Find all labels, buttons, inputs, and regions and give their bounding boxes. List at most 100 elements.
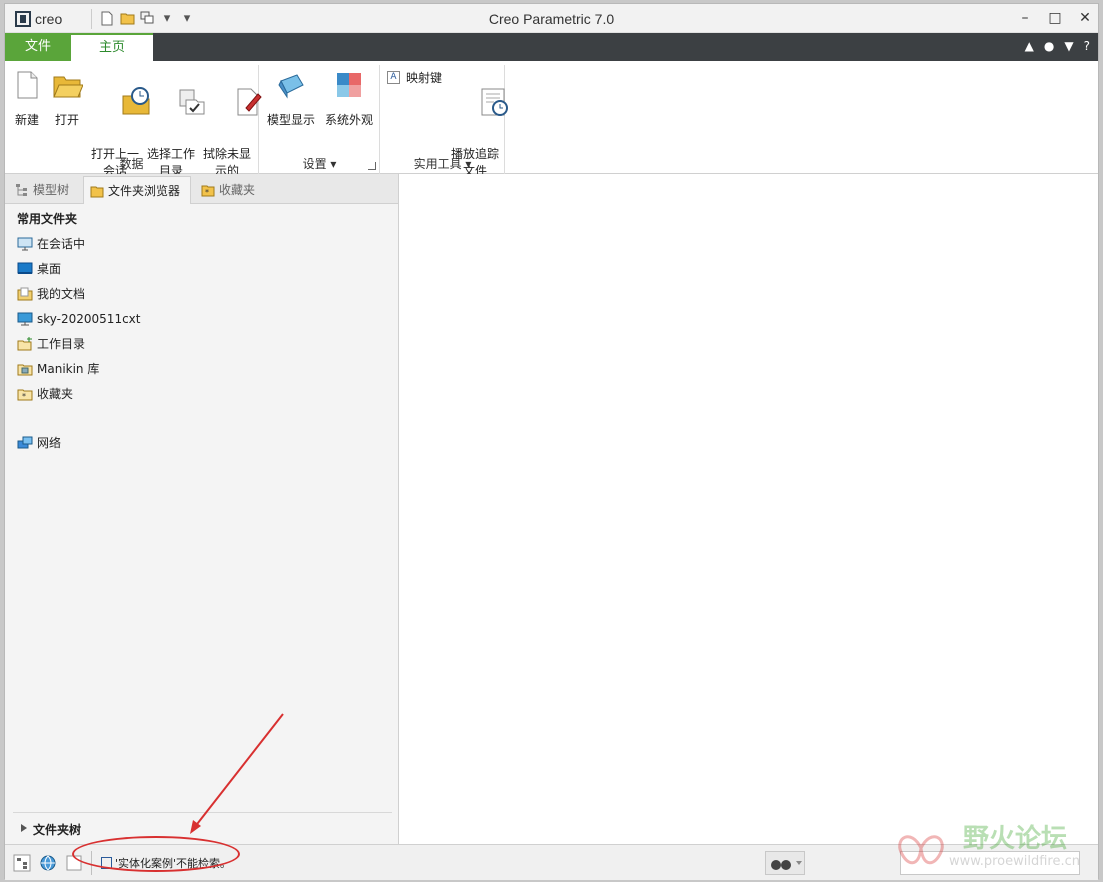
binoculars-icon <box>771 860 802 870</box>
system-appearance-icon <box>337 73 361 97</box>
new-icon[interactable] <box>100 11 114 27</box>
folder-item-in-session[interactable]: 在会话中 <box>17 234 85 254</box>
folder-item-favorites[interactable]: * 收藏夹 <box>17 384 73 404</box>
new-label: 新建 <box>14 113 39 127</box>
utilities-group-label[interactable]: 实用工具 ▾ <box>381 155 504 172</box>
tab-model-tree[interactable]: 模型树 <box>9 176 79 204</box>
folder-item-my-documents[interactable]: 我的文档 <box>17 284 85 304</box>
mapkeys-icon: A <box>387 71 400 84</box>
data-group: 新建 打开 打开上一 会话 选择工作 目录 拭除未显 示的 数据 <box>5 65 262 178</box>
open-label: 打开 <box>54 113 79 127</box>
tab-favorites-label: 收藏夹 <box>219 183 256 197</box>
navigator-toggle-icon[interactable] <box>13 854 31 872</box>
erase-not-displayed-icon <box>237 88 262 116</box>
expand-icon <box>21 824 27 832</box>
creo-window: creo ▾ ▾ Creo Parametric 7.0 – □ ✕ 文件 主页… <box>4 3 1099 880</box>
logo-text: creo <box>35 11 63 27</box>
model-display-label: 模型显示 <box>266 113 315 127</box>
folder-item-label: 工作目录 <box>37 337 86 351</box>
computer-icon <box>17 312 33 326</box>
folder-tree-label: 文件夹树 <box>33 823 82 837</box>
data-group-label: 数据 <box>119 157 144 171</box>
search-help-icon[interactable]: ● <box>1044 39 1054 53</box>
folder-item-label: 收藏夹 <box>37 387 74 401</box>
working-directory-icon <box>17 337 32 351</box>
browser-viewport[interactable] <box>400 174 1098 844</box>
folder-item-label: Manikin 库 <box>37 362 100 376</box>
folder-item-label: 我的文档 <box>37 287 86 301</box>
favorites-tab-icon: * <box>201 185 215 197</box>
favorites-icon: * <box>17 389 33 401</box>
system-appearance-button[interactable]: 系统外观 <box>322 69 376 129</box>
chevron-down-icon[interactable]: ▾ <box>160 11 174 27</box>
watermark: 野火论坛 www.proewildfire.cn <box>893 818 1083 878</box>
settings-group: 模型显示 系统外观 设置 ▾ <box>260 65 380 174</box>
watermark-url: www.proewildfire.cn <box>949 854 1080 869</box>
maximize-icon[interactable]: □ <box>1048 8 1062 28</box>
settings-group-label[interactable]: 设置 ▾ <box>260 155 379 172</box>
mapkeys-label: 映射键 <box>406 71 443 85</box>
tab-folder-browser-label: 文件夹浏览器 <box>108 184 181 198</box>
close-icon[interactable]: ✕ <box>1078 8 1092 28</box>
tab-folder-browser[interactable]: 文件夹浏览器 <box>83 176 191 204</box>
folder-item-label: sky-20200511cxt <box>37 312 141 326</box>
open-icon[interactable] <box>120 11 135 27</box>
folder-item-computer[interactable]: sky-20200511cxt <box>17 309 140 329</box>
window-controls: – □ ✕ <box>1018 8 1092 28</box>
model-display-button[interactable]: 模型显示 <box>264 69 318 129</box>
watermark-title: 野火论坛 <box>963 824 1068 854</box>
tab-file[interactable]: 文件 <box>5 33 71 61</box>
folder-tree-toggle[interactable]: 文件夹树 <box>13 812 392 840</box>
model-tree-icon <box>16 184 27 196</box>
open-button[interactable]: 打开 <box>49 69 85 129</box>
utilities-group: A 映射键 播放追踪 文件 实用工具 ▾ <box>381 65 508 178</box>
open-folder-icon <box>53 76 84 98</box>
creo-logo-icon <box>15 11 31 27</box>
tab-favorites[interactable]: * 收藏夹 <box>195 176 267 204</box>
svg-text:*: * <box>205 188 209 197</box>
folder-item-working-directory[interactable]: 工作目录 <box>17 334 85 354</box>
ribbon-tab-strip: 文件 主页 ▲ ● ▼ ? <box>5 33 1098 61</box>
new-button[interactable]: 新建 <box>9 69 45 129</box>
customize-qat-icon[interactable]: ▾ <box>180 11 194 27</box>
mapkeys-button[interactable]: A 映射键 <box>387 69 442 86</box>
utilities-group-text: 实用工具 <box>413 157 462 171</box>
folder-item-label: 桌面 <box>37 262 62 276</box>
learning-icon[interactable]: ▼ <box>1064 39 1073 53</box>
collapse-ribbon-icon[interactable]: ▲ <box>1025 39 1034 53</box>
title-bar: creo ▾ ▾ Creo Parametric 7.0 – □ ✕ <box>5 4 1098 33</box>
system-appearance-label: 系统外观 <box>324 113 373 127</box>
ribbon: 新建 打开 打开上一 会话 选择工作 目录 拭除未显 示的 数据 模型显示 系统… <box>5 61 1098 178</box>
navigator-tabs: 模型树 文件夹浏览器 * 收藏夹 <box>5 174 398 204</box>
tab-home[interactable]: 主页 <box>71 33 153 61</box>
tab-strip-tools: ▲ ● ▼ ? <box>1025 39 1090 53</box>
svg-text:*: * <box>22 392 26 401</box>
browser-toggle-icon[interactable] <box>39 854 57 872</box>
desktop-icon <box>17 262 33 274</box>
model-display-icon <box>278 74 304 99</box>
new-file-icon <box>17 71 38 99</box>
network-icon <box>17 436 33 449</box>
find-button[interactable] <box>765 851 805 875</box>
watermark-logo-icon <box>898 835 944 865</box>
settings-launcher-icon[interactable] <box>368 162 376 170</box>
minimize-icon[interactable]: – <box>1018 8 1032 28</box>
navigator-panel: 模型树 文件夹浏览器 * 收藏夹 常用文件夹 在会话中 桌面 我的文档 sky-… <box>5 174 399 844</box>
manikin-library-icon <box>17 364 33 376</box>
folder-item-label: 在会话中 <box>37 237 86 251</box>
windows-icon[interactable] <box>140 11 154 27</box>
folder-item-label: 网络 <box>37 436 62 450</box>
my-documents-icon <box>17 287 33 301</box>
folder-item-desktop[interactable]: 桌面 <box>17 259 61 279</box>
playback-trail-icon <box>481 88 508 116</box>
help-icon[interactable]: ? <box>1084 39 1090 53</box>
folder-item-manikin-library[interactable]: Manikin 库 <box>17 359 99 379</box>
folder-browser-icon <box>90 186 104 198</box>
common-folders-title: 常用文件夹 <box>17 212 78 226</box>
annotation-highlight <box>72 836 240 872</box>
tab-model-tree-label: 模型树 <box>33 183 70 197</box>
settings-group-text: 设置 <box>302 157 327 171</box>
folder-item-network[interactable]: 网络 <box>17 433 61 453</box>
quick-access-toolbar: ▾ ▾ <box>91 9 194 29</box>
app-logo: creo <box>15 9 62 29</box>
